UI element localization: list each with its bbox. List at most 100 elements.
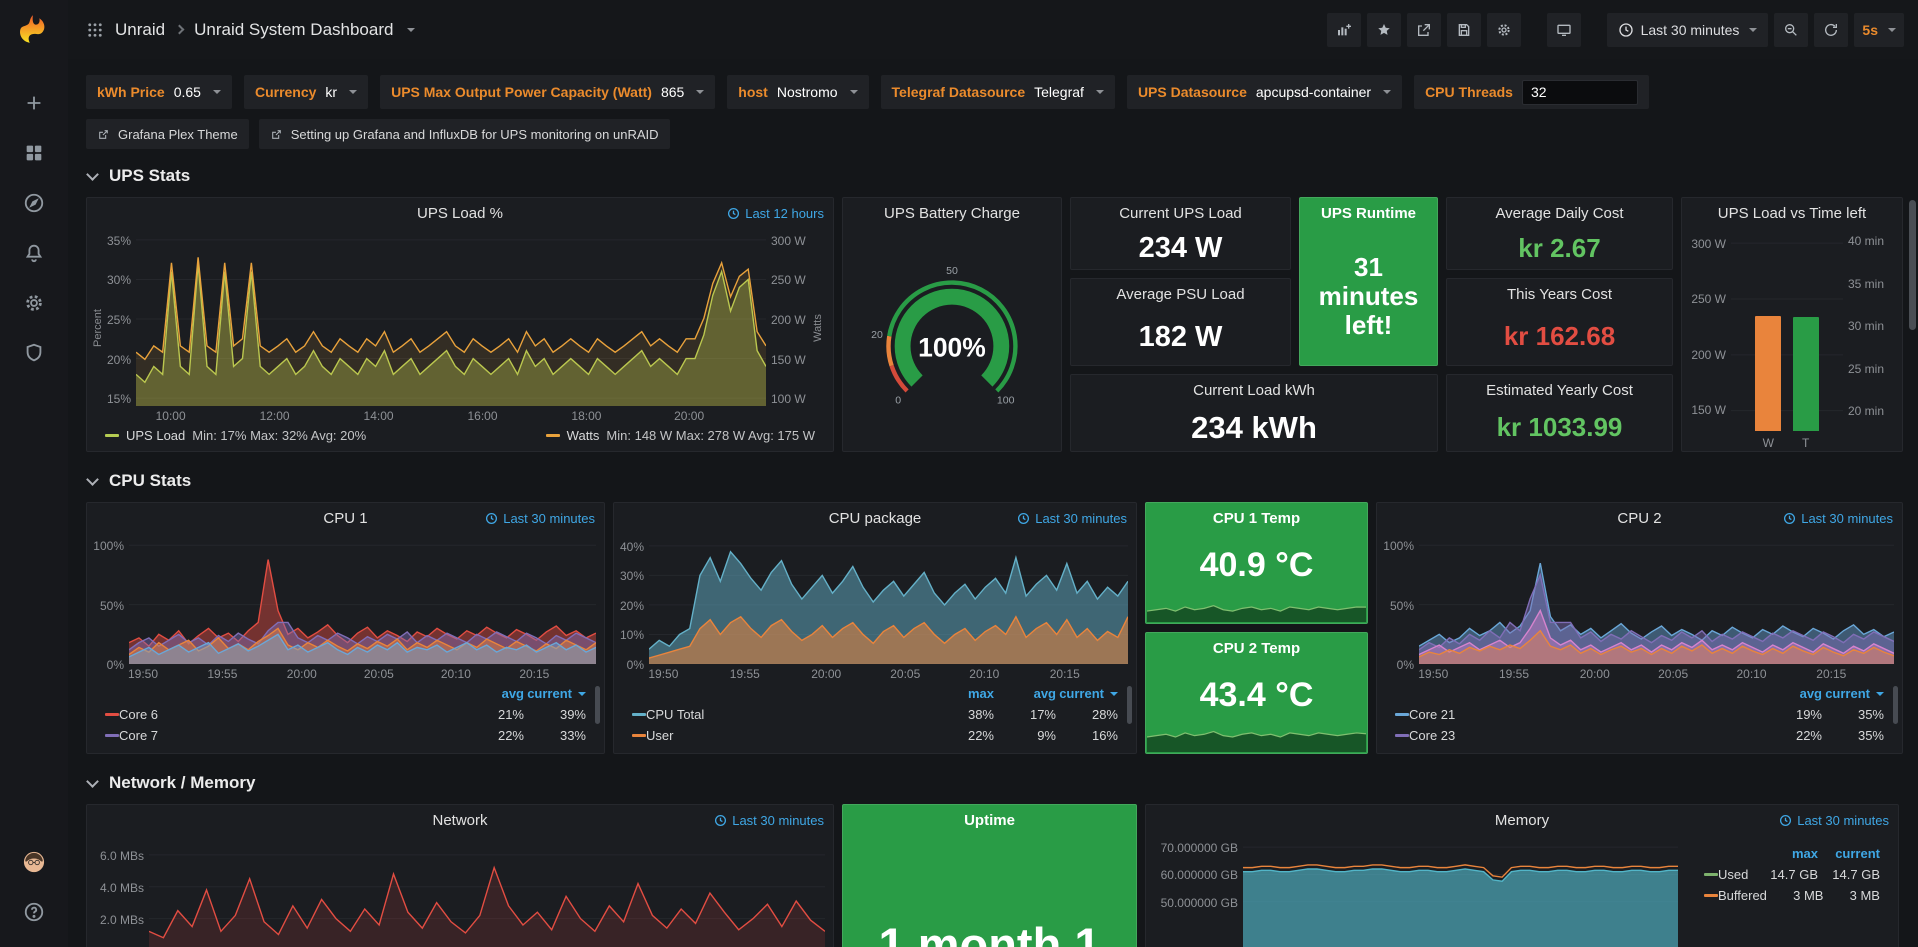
panel-title[interactable]: Memory — [1495, 812, 1549, 829]
plot-area[interactable]: 19:5019:5520:0020:0520:1020:15 — [129, 537, 596, 682]
breadcrumb-folder[interactable]: Unraid — [115, 20, 165, 40]
create-icon[interactable] — [11, 82, 57, 124]
dashboards-icon[interactable] — [11, 132, 57, 174]
legend-scrollbar[interactable] — [1893, 686, 1898, 724]
apps-grid-icon[interactable] — [86, 21, 104, 39]
plot-area[interactable]: 19:5019:5520:0020:0520:1020:15 — [649, 537, 1128, 682]
legend-column-header[interactable]: avg — [994, 686, 1056, 701]
star-button[interactable] — [1367, 13, 1401, 47]
save-button[interactable] — [1447, 13, 1481, 47]
avatar[interactable] — [11, 841, 57, 883]
legend-scrollbar[interactable] — [595, 686, 600, 724]
chevron-down-icon[interactable] — [407, 28, 415, 32]
legend-series-label[interactable]: CPU Total — [646, 707, 704, 722]
legend-column-header[interactable]: max — [932, 686, 994, 701]
legend-series-label[interactable]: Core 23 — [1409, 728, 1455, 743]
panel-title[interactable]: UPS Load % — [417, 205, 503, 222]
legend-column-header[interactable]: current — [1818, 846, 1880, 861]
plot-area[interactable]: 19:5019:5520:0020:0520:1020:15 — [1243, 839, 1678, 947]
legend-series-label[interactable]: Core 7 — [119, 728, 158, 743]
panel-title[interactable]: Average Daily Cost — [1495, 205, 1623, 222]
dashboard-settings-button[interactable] — [1487, 13, 1521, 47]
panel-title[interactable]: Average PSU Load — [1116, 286, 1244, 303]
zoom-out-button[interactable] — [1774, 13, 1808, 47]
share-button[interactable] — [1407, 13, 1441, 47]
panel-title[interactable]: UPS Load vs Time left — [1718, 205, 1866, 222]
panel-title[interactable]: Current Load kWh — [1193, 382, 1315, 399]
variable-cpu-threads[interactable]: CPU Threads — [1414, 75, 1649, 109]
ups-load-chart[interactable]: Percent35%30%25%20%15%10:0012:0014:0016:… — [87, 228, 833, 424]
legend-series-label[interactable]: Buffered — [1718, 888, 1767, 903]
plot-area[interactable]: WT — [1731, 232, 1843, 451]
panel-title[interactable]: Estimated Yearly Cost — [1486, 382, 1633, 399]
legend-column-header[interactable]: current — [524, 686, 586, 701]
network-chart[interactable]: 6.0 MBs4.0 MBs2.0 MBs19:5019:5520:0020:0… — [87, 835, 833, 947]
legend-series-label[interactable]: Core 21 — [1409, 707, 1455, 722]
dashboard-link[interactable]: Grafana Plex Theme — [86, 119, 249, 149]
legend-column-header[interactable]: max — [1756, 846, 1818, 861]
variable-telegraf-datasource[interactable]: Telegraf DatasourceTelegraf — [881, 75, 1115, 109]
page-scrollbar[interactable] — [1909, 200, 1916, 330]
dashboard-link[interactable]: Setting up Grafana and InfluxDB for UPS … — [259, 119, 670, 149]
battery-gauge[interactable]: 02050100100% — [843, 228, 1061, 451]
legend-column-header[interactable]: avg — [1760, 686, 1822, 701]
breadcrumb-dashboard-title[interactable]: Unraid System Dashboard — [194, 20, 393, 40]
time-range-picker[interactable]: Last 30 minutes — [1607, 13, 1769, 47]
ups-bars-chart[interactable]: 300 W250 W200 W150 WWT40 min35 min30 min… — [1682, 228, 1902, 451]
plot-area[interactable]: 10:0012:0014:0016:0018:0020:00 — [136, 232, 766, 424]
refresh-interval-dropdown[interactable]: 5s — [1854, 13, 1904, 47]
legend-column-header[interactable]: avg — [462, 686, 524, 701]
cpu-package-chart[interactable]: 40%30%20%10%0%19:5019:5520:0020:0520:102… — [614, 533, 1136, 682]
variable-ups-max-output-power-capacity-watt-[interactable]: UPS Max Output Power Capacity (Watt)865 — [380, 75, 715, 109]
legend-item[interactable]: UPS LoadMin: 17% Max: 32% Avg: 20% — [105, 428, 366, 443]
variable-kwh-price[interactable]: kWh Price0.65 — [86, 75, 232, 109]
legend-column-header[interactable]: current — [1822, 686, 1884, 701]
cpu2-chart[interactable]: 100%50%0%19:5019:5520:0020:0520:1020:15 — [1377, 533, 1902, 682]
section-header-netmem[interactable]: Network / Memory — [86, 768, 1903, 798]
panel-title[interactable]: Network — [432, 812, 487, 829]
bar-t[interactable] — [1793, 317, 1819, 431]
variable-currency[interactable]: Currencykr — [244, 75, 368, 109]
variable-value[interactable]: apcupsd-container — [1256, 84, 1371, 100]
legend-series-label[interactable]: Used — [1718, 867, 1748, 882]
legend-column-header[interactable]: current — [1056, 686, 1118, 701]
refresh-button[interactable] — [1814, 13, 1848, 47]
plot-area[interactable]: 19:5019:5520:0020:0520:1020:15 — [149, 839, 825, 947]
variable-value[interactable]: Nostromo — [777, 84, 838, 100]
variable-value[interactable]: kr — [325, 84, 337, 100]
panel-title[interactable]: CPU 2 Temp — [1213, 640, 1300, 657]
legend-series-label[interactable]: User — [646, 728, 673, 743]
panel-title[interactable]: This Years Cost — [1507, 286, 1612, 303]
panel-title[interactable]: Current UPS Load — [1119, 205, 1242, 222]
variable-ups-datasource[interactable]: UPS Datasourceapcupsd-container — [1127, 75, 1402, 109]
help-icon[interactable] — [11, 891, 57, 933]
section-header-cpu[interactable]: CPU Stats — [86, 466, 1903, 496]
variable-value[interactable]: 0.65 — [174, 84, 201, 100]
panel-title[interactable]: CPU package — [829, 510, 922, 527]
panel-title[interactable]: UPS Runtime — [1321, 205, 1416, 222]
panel-title[interactable]: CPU 1 — [323, 510, 367, 527]
variable-input[interactable] — [1522, 80, 1638, 105]
alerting-icon[interactable] — [11, 232, 57, 274]
panel-title[interactable]: CPU 1 Temp — [1213, 510, 1300, 527]
legend-item[interactable]: WattsMin: 148 W Max: 278 W Avg: 175 W — [546, 428, 815, 443]
variable-value[interactable]: 865 — [661, 84, 684, 100]
cpu1-chart[interactable]: 100%50%0%19:5019:5520:0020:0520:1020:15 — [87, 533, 604, 682]
tv-mode-button[interactable] — [1547, 13, 1581, 47]
plot-area[interactable]: 19:5019:5520:0020:0520:1020:15 — [1419, 537, 1894, 682]
explore-icon[interactable] — [11, 182, 57, 224]
variable-host[interactable]: hostNostromo — [727, 75, 868, 109]
legend-series-label[interactable]: Core 6 — [119, 707, 158, 722]
variable-value[interactable]: Telegraf — [1034, 84, 1084, 100]
add-panel-button[interactable] — [1327, 13, 1361, 47]
grafana-logo[interactable] — [11, 10, 57, 52]
legend-scrollbar[interactable] — [1127, 686, 1132, 724]
section-header-ups[interactable]: UPS Stats — [86, 161, 1903, 191]
panel-title[interactable]: Uptime — [964, 812, 1015, 829]
panel-title[interactable]: UPS Battery Charge — [884, 205, 1020, 222]
bar-w[interactable] — [1755, 316, 1781, 431]
configuration-icon[interactable] — [11, 282, 57, 324]
server-admin-icon[interactable] — [11, 332, 57, 374]
panel-title[interactable]: CPU 2 — [1617, 510, 1661, 527]
memory-chart[interactable]: 70.000000 GB60.000000 GB50.000000 GB19:5… — [1146, 835, 1686, 947]
